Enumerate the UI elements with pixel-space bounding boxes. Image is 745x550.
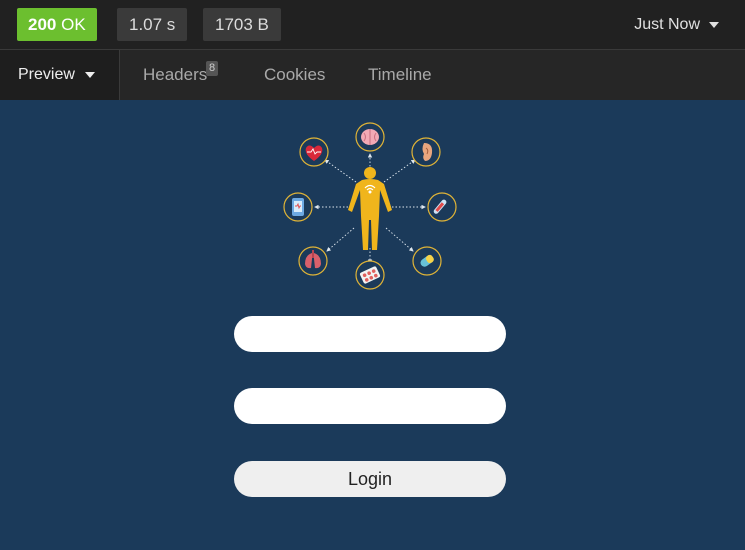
status-text: OK: [61, 15, 86, 34]
tab-cookies[interactable]: Cookies: [264, 50, 325, 100]
tab-headers-label: Headers: [143, 65, 208, 84]
headers-count-badge: 8: [206, 61, 219, 76]
health-illustration: [283, 122, 457, 290]
response-time: 1.07 s: [117, 8, 188, 41]
timestamp-label: Just Now: [634, 16, 700, 33]
brain-icon: [361, 129, 379, 145]
tab-timeline[interactable]: Timeline: [368, 50, 432, 100]
chevron-down-icon: [84, 71, 95, 78]
human-figure-icon: [348, 167, 392, 250]
username-input[interactable]: [234, 316, 506, 352]
history-dropdown[interactable]: Just Now: [634, 0, 719, 49]
response-toolbar: 200 OK 1.07 s 1703 B Just Now: [0, 0, 745, 49]
response-size: 1703 B: [203, 8, 281, 41]
response-tabs: Preview Headers 8 Cookies Timeline: [0, 49, 745, 100]
password-input[interactable]: [234, 388, 506, 424]
login-button[interactable]: Login: [234, 461, 506, 497]
status-badge: 200 OK: [17, 8, 97, 41]
tab-preview[interactable]: Preview: [0, 50, 120, 100]
tab-headers[interactable]: Headers 8: [143, 50, 219, 100]
preview-pane: Login: [0, 100, 745, 550]
status-code: 200: [28, 15, 57, 34]
phone-icon: [292, 198, 304, 216]
chevron-down-icon: [709, 21, 719, 28]
tab-preview-label: Preview: [18, 66, 75, 83]
